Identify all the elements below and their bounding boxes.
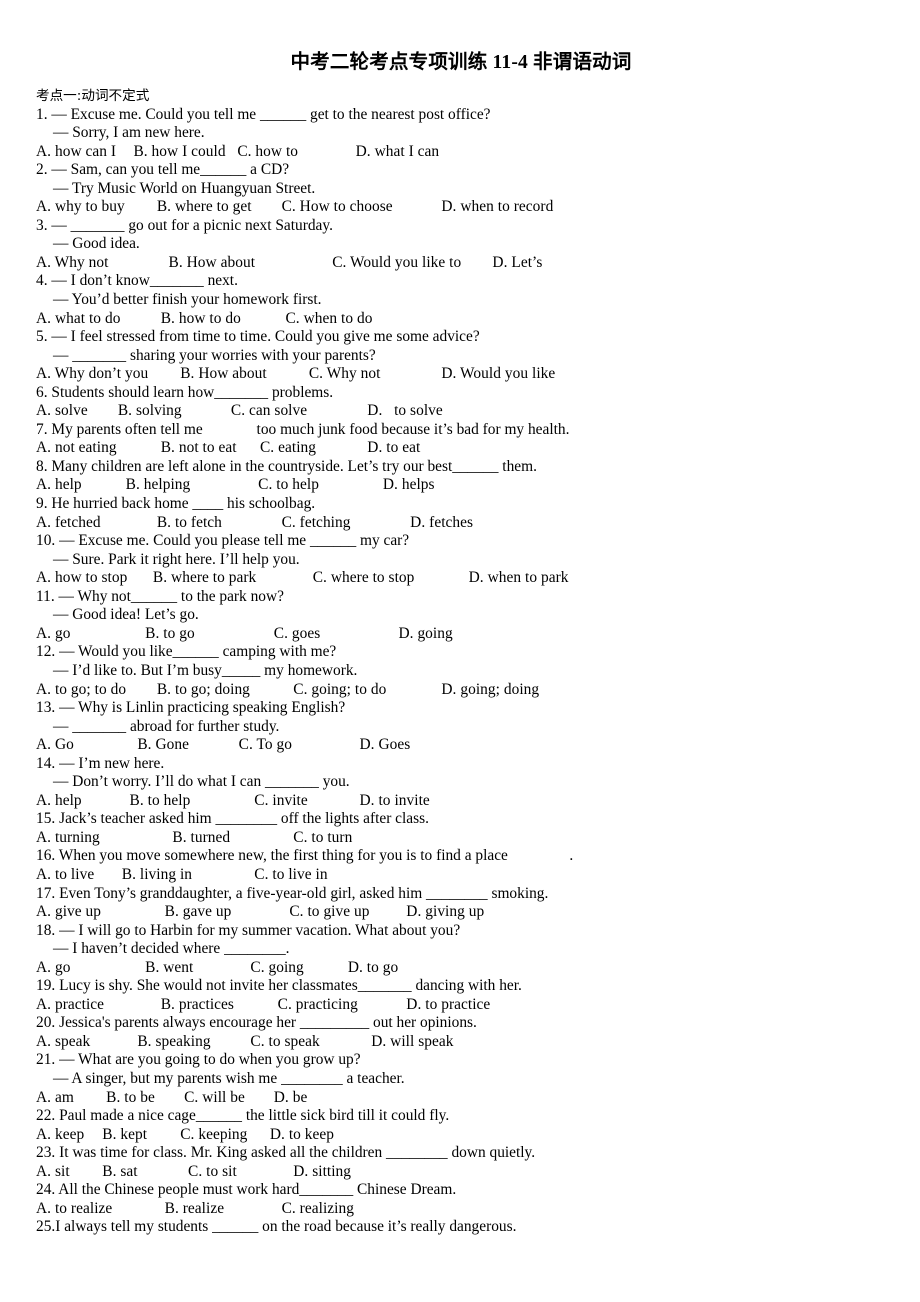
- question-options: A. help B. to help C. invite D. to invit…: [36, 791, 430, 809]
- question-stem: 13. — Why is Linlin practicing speaking …: [36, 699, 346, 717]
- question-stem: 9. He hurried back home ____ his schoolb…: [36, 495, 316, 513]
- question-options: A. go B. went C. going D. to go: [36, 958, 399, 976]
- question-options: A. how to stop B. where to park C. where…: [36, 569, 569, 587]
- question-stem: 12. — Would you like______ camping with …: [36, 643, 337, 661]
- worksheet-page: 中考二轮考点专项训练 11-4 非谓语动词 考点一:动词不定式 1. — Excu…: [0, 0, 920, 1302]
- question-options: A. Go B. Gone C. To go D. Goes: [36, 736, 411, 754]
- question-stem: 10. — Excuse me. Could you please tell m…: [36, 532, 410, 550]
- question-reply: — Good idea.: [53, 235, 140, 253]
- question-stem: 2. — Sam, can you tell me______ a CD?: [36, 161, 290, 179]
- question-stem: 24. All the Chinese people must work har…: [36, 1181, 457, 1199]
- question-options: A. sit B. sat C. to sit D. sitting: [36, 1162, 352, 1180]
- question-reply: — I haven’t decided where ________.: [53, 940, 290, 958]
- question-options: A. turning B. turned C. to turn: [36, 828, 353, 846]
- question-options: A. fetched B. to fetch C. fetching D. fe…: [36, 513, 474, 531]
- question-options: A. help B. helping C. to help D. helps: [36, 476, 435, 494]
- question-options: A. why to buy B. where to get C. How to …: [36, 198, 554, 216]
- question-options: A. what to do B. how to do C. when to do: [36, 309, 373, 327]
- page-title: 中考二轮考点专项训练 11-4 非谓语动词: [290, 52, 632, 73]
- question-reply: — I’d like to. But I’m busy_____ my home…: [53, 661, 358, 679]
- question-reply: — You’d better finish your homework firs…: [53, 291, 322, 309]
- question-options: A. go B. to go C. goes D. going: [36, 624, 453, 642]
- section-heading: 考点一:动词不定式: [36, 88, 150, 104]
- question-options: A. not eating B. not to eat C. eating D.…: [36, 439, 421, 457]
- question-reply: — _______ sharing your worries with your…: [53, 346, 376, 364]
- question-stem: 4. — I don’t know_______ next.: [36, 272, 238, 290]
- question-options: A. give up B. gave up C. to give up D. g…: [36, 903, 485, 921]
- question-stem: 5. — I feel stressed from time to time. …: [36, 328, 480, 346]
- question-reply: — Try Music World on Huangyuan Street.: [53, 179, 316, 197]
- question-options: A. am B. to be C. will be D. be: [36, 1088, 308, 1106]
- question-options: A. practice B. practices C. practicing D…: [36, 995, 491, 1013]
- question-options: A. to live B. living in C. to live in: [36, 865, 328, 883]
- question-stem: 1. — Excuse me. Could you tell me ______…: [36, 105, 491, 123]
- question-stem: 23. It was time for class. Mr. King aske…: [36, 1144, 536, 1162]
- question-reply: — Sorry, I am new here.: [53, 124, 205, 142]
- question-options: A. to realize B. realize C. realizing: [36, 1199, 354, 1217]
- question-options: A. to go; to do B. to go; doing C. going…: [36, 680, 540, 698]
- question-stem: 3. — _______ go out for a picnic next Sa…: [36, 216, 333, 234]
- question-stem: 6. Students should learn how_______ prob…: [36, 383, 334, 401]
- question-options: A. Why don’t you B. How about C. Why not…: [36, 365, 556, 383]
- question-options: A. Why not B. How about C. Would you lik…: [36, 253, 543, 271]
- question-options: A. how can I B. how I could C. how to D.…: [36, 142, 440, 160]
- question-stem: 20. Jessica's parents always encourage h…: [36, 1014, 477, 1032]
- question-reply: — Good idea! Let’s go.: [53, 606, 199, 624]
- question-stem: 14. — I’m new here.: [36, 754, 165, 772]
- question-stem: 8. Many children are left alone in the c…: [36, 457, 537, 475]
- question-stem: 11. — Why not______ to the park now?: [36, 587, 284, 605]
- question-stem: 7. My parents often tell me too much jun…: [36, 420, 570, 438]
- question-reply: — Don’t worry. I’ll do what I can ______…: [53, 773, 350, 791]
- question-stem: 22. Paul made a nice cage______ the litt…: [36, 1107, 450, 1125]
- question-list: 考点一:动词不定式 1. — Excuse me. Could you tell …: [36, 87, 886, 1237]
- question-stem: 18. — I will go to Harbin for my summer …: [36, 921, 461, 939]
- question-reply: — A singer, but my parents wish me _____…: [53, 1069, 405, 1087]
- question-reply: — Sure. Park it right here. I’ll help yo…: [53, 550, 300, 568]
- question-stem: 15. Jack’s teacher asked him ________ of…: [36, 810, 429, 828]
- question-options: A. solve B. solving C. can solve D. to s…: [36, 402, 443, 420]
- question-options: A. keep B. kept C. keeping D. to keep: [36, 1125, 335, 1143]
- question-options: A. speak B. speaking C. to speak D. will…: [36, 1032, 454, 1050]
- question-stem: 25.I always tell my students ______ on t…: [36, 1218, 517, 1236]
- question-stem: 21. — What are you going to do when you …: [36, 1051, 361, 1069]
- question-stem: 17. Even Tony’s granddaughter, a five-ye…: [36, 884, 549, 902]
- question-reply: — _______ abroad for further study.: [53, 717, 280, 735]
- question-stem: 19. Lucy is shy. She would not invite he…: [36, 977, 522, 995]
- question-stem: 16. When you move somewhere new, the fir…: [36, 847, 574, 865]
